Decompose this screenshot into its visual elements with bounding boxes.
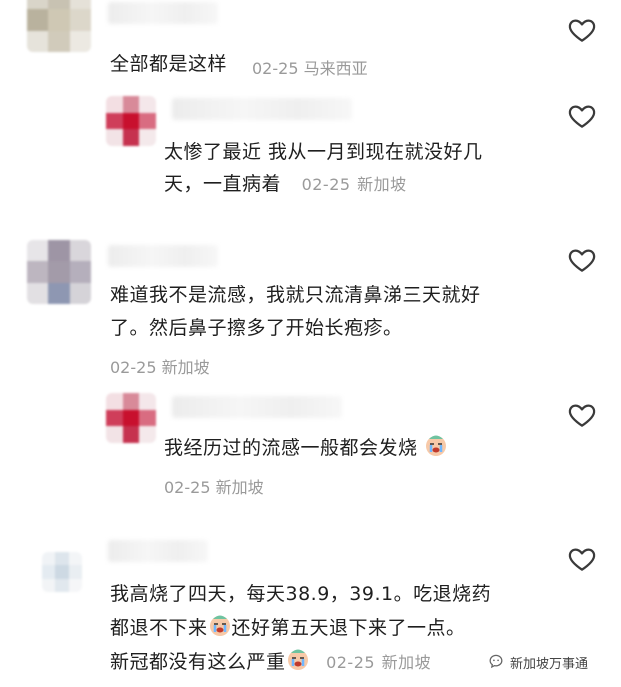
heart-icon[interactable] <box>567 245 597 275</box>
comment-date: 02-25 <box>326 653 376 672</box>
heart-icon[interactable] <box>567 101 597 131</box>
comment-meta: 02-25 马来西亚 <box>252 55 368 79</box>
comment-location: 新加坡 <box>215 478 264 497</box>
comment-meta: 02-25 新加坡 <box>110 354 210 378</box>
comment-text: 了。然后鼻子擦多了开始长疱疹。 <box>110 317 403 339</box>
heart-icon[interactable] <box>567 400 597 430</box>
comment-location: 新加坡 <box>381 653 432 672</box>
username[interactable] <box>108 540 208 562</box>
comment-location: 新加坡 <box>161 358 210 377</box>
avatar[interactable] <box>106 96 156 146</box>
comment-location: 马来西亚 <box>303 59 368 78</box>
watermark: 新加坡万事通 <box>486 652 588 672</box>
username[interactable] <box>172 396 342 418</box>
comment-text: 我高烧了四天，每天38.9，39.1。吃退烧药 <box>110 583 492 605</box>
comment-date: 02-25 <box>252 59 299 78</box>
watermark-text: 新加坡万事通 <box>510 656 589 672</box>
comment-meta: 02-25 新加坡 <box>164 474 264 498</box>
heart-icon[interactable] <box>567 544 597 574</box>
comment-text: 太惨了最近 我从一月到现在就没好几 <box>164 141 483 163</box>
comment-text: 我经历过的流感一般都会发烧 <box>164 432 448 464</box>
avatar[interactable] <box>106 393 156 443</box>
comment-text: 新冠都没有这么严重 02-25 新加坡 <box>110 646 431 679</box>
crying-face-icon <box>287 649 308 670</box>
crying-face-icon <box>426 435 447 456</box>
comment-text: 都退不下来 还好第五天退下来了一点。 <box>110 612 466 644</box>
username[interactable] <box>108 245 218 267</box>
username[interactable] <box>108 2 218 24</box>
comment-text: 天，一直病着 02-25 新加坡 <box>164 173 407 195</box>
comment-date: 02-25 <box>301 175 351 194</box>
avatar[interactable] <box>27 240 91 304</box>
heart-icon[interactable] <box>567 15 597 45</box>
comment-date: 02-25 <box>110 358 157 377</box>
username[interactable] <box>172 98 352 120</box>
avatar[interactable] <box>27 0 91 52</box>
avatar[interactable] <box>42 552 82 592</box>
comment-text: 难道我不是流感，我就只流清鼻涕三天就好 <box>110 284 481 306</box>
comment-location: 新加坡 <box>357 175 407 194</box>
comment-text: 全部都是这样 <box>110 53 228 75</box>
crying-face-icon <box>209 615 230 636</box>
wechat-channel-icon <box>489 654 503 669</box>
comment-date: 02-25 <box>164 478 211 497</box>
